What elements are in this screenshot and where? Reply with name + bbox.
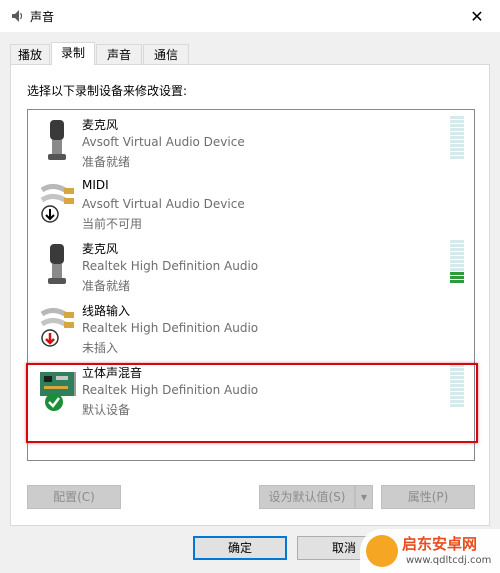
tab-recording[interactable]: 录制 [51, 42, 95, 65]
device-item[interactable]: MIDI Avsoft Virtual Audio Device 当前不可用 [28, 172, 474, 234]
sound-card-default-icon [40, 372, 76, 411]
device-list[interactable]: 麦克风 Avsoft Virtual Audio Device 准备就绪 MID… [27, 109, 475, 461]
microphone-icon [48, 120, 66, 160]
device-driver: Realtek High Definition Audio [82, 259, 259, 273]
watermark-text: 启东安卓网 [402, 535, 478, 553]
device-status: 准备就绪 [82, 279, 131, 293]
device-name: MIDI [82, 178, 109, 192]
window-title: 声音 [30, 10, 55, 24]
set-default-button[interactable]: 设为默认值(S) [259, 485, 355, 509]
device-item[interactable]: 麦克风 Avsoft Virtual Audio Device 准备就绪 [28, 110, 474, 172]
close-icon: ✕ [470, 6, 484, 26]
title-bar: 声音 ✕ [0, 0, 500, 32]
device-item[interactable]: 立体声混音 Realtek High Definition Audio 默认设备 [28, 358, 474, 420]
site-watermark: 启东安卓网 www.qdltcdj.com [360, 529, 500, 573]
tab-playback[interactable]: 播放 [10, 44, 50, 64]
level-meter [450, 364, 464, 408]
device-status: 准备就绪 [82, 155, 131, 169]
device-name: 麦克风 [82, 118, 119, 132]
device-status: 当前不可用 [82, 217, 143, 231]
device-name: 麦克风 [82, 242, 119, 256]
device-item[interactable]: 麦克风 Realtek High Definition Audio 准备就绪 [28, 234, 474, 296]
device-driver: Realtek High Definition Audio [82, 383, 259, 397]
level-meter [450, 240, 464, 284]
microphone-icon [48, 244, 66, 284]
instruction-text: 选择以下录制设备来修改设置: [27, 84, 188, 98]
configure-button[interactable]: 配置(C) [27, 485, 121, 509]
watermark-logo-icon [366, 535, 398, 567]
level-meter [450, 116, 464, 160]
close-button[interactable]: ✕ [454, 0, 500, 32]
recording-panel: 选择以下录制设备来修改设置: 麦克风 Avsoft Virtual Audio … [10, 64, 490, 526]
device-status: 默认设备 [82, 403, 131, 417]
audio-jack-unavailable-icon [40, 184, 74, 223]
device-driver: Avsoft Virtual Audio Device [82, 197, 245, 211]
device-driver: Realtek High Definition Audio [82, 321, 259, 335]
chevron-down-icon: ▾ [360, 490, 368, 504]
tab-sounds[interactable]: 声音 [96, 44, 142, 64]
device-name: 立体声混音 [82, 366, 143, 380]
watermark-url: www.qdltcdj.com [406, 555, 492, 566]
device-item[interactable]: 线路输入 Realtek High Definition Audio 未插入 [28, 296, 474, 358]
device-name: 线路输入 [82, 304, 131, 318]
set-default-dropdown-button[interactable]: ▾ [355, 485, 373, 509]
tab-communications[interactable]: 通信 [143, 44, 189, 64]
device-status: 未插入 [82, 341, 119, 355]
ok-button[interactable]: 确定 [193, 536, 287, 560]
properties-button[interactable]: 属性(P) [381, 485, 475, 509]
speaker-icon [12, 10, 23, 22]
device-driver: Avsoft Virtual Audio Device [82, 135, 245, 149]
audio-jack-unplugged-icon [40, 308, 74, 347]
